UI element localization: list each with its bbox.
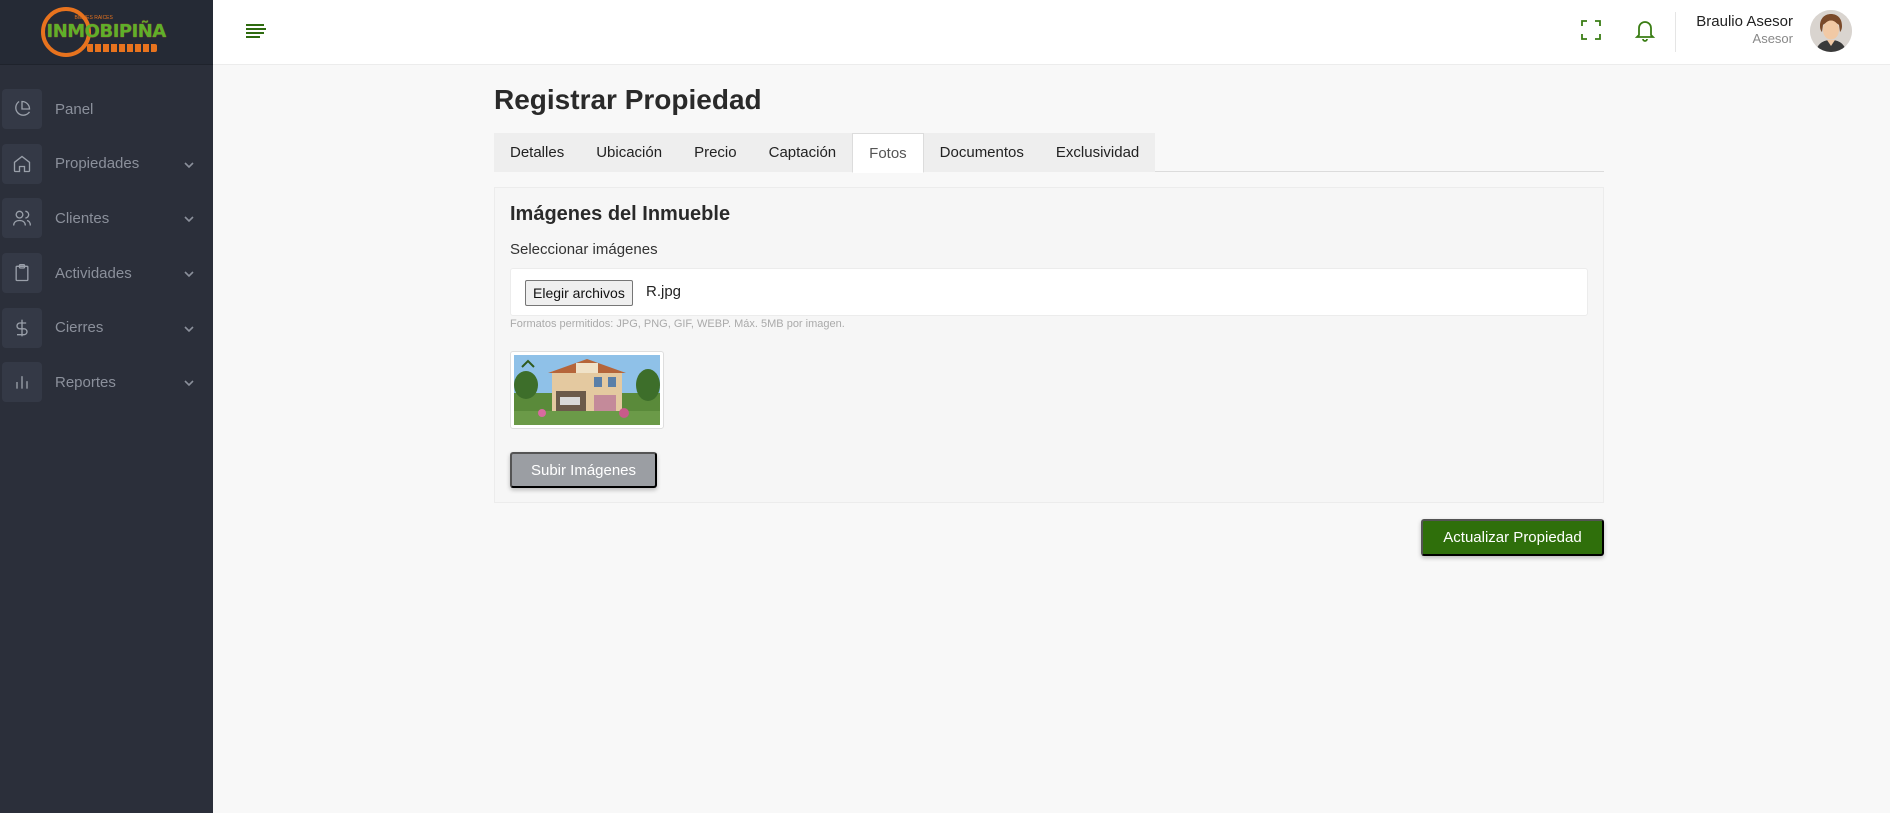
sidebar-item-actividades[interactable]: Actividades (0, 246, 213, 301)
choose-files-button[interactable]: Elegir archivos (525, 280, 633, 306)
file-input[interactable]: Elegir archivos R.jpg (510, 268, 1588, 316)
logo-area: BIENES RAICES INMOBIPIÑA (0, 0, 213, 65)
logo-text: INMOBIPIÑA (46, 21, 167, 42)
user-name[interactable]: Braulio Asesor (1696, 13, 1793, 30)
sidebar-item-label: Actividades (55, 264, 132, 282)
menu-toggle-icon[interactable] (243, 19, 269, 41)
sidebar-item-label: Propiedades (55, 155, 140, 173)
bell-icon[interactable] (1632, 17, 1658, 43)
section-title: Imágenes del Inmueble (510, 203, 731, 225)
sidebar-item-clientes[interactable]: Clientes (0, 191, 213, 246)
home-icon (2, 143, 42, 184)
top-header: Braulio Asesor Asesor (213, 0, 1890, 65)
chevron-down-icon (183, 267, 195, 279)
selected-file-name: R.jpg (646, 283, 682, 300)
sidebar-item-label: Clientes (55, 209, 110, 227)
sidebar-item-label: Panel (55, 100, 94, 118)
sidebar-item-reportes[interactable]: Reportes (0, 355, 213, 410)
chevron-down-icon (183, 376, 195, 388)
tab-documentos[interactable]: Documentos (923, 133, 1040, 172)
sidebar-item-label: Cierres (55, 319, 104, 337)
sidebar-item-label: Reportes (55, 373, 116, 391)
users-icon (2, 198, 42, 239)
fullscreen-icon[interactable] (1578, 17, 1604, 43)
tab-ubicacion[interactable]: Ubicación (580, 133, 679, 172)
tab-detalles[interactable]: Detalles (494, 133, 581, 172)
sidebar-nav: Panel Propiedades Clientes Actividades C… (0, 82, 213, 410)
clipboard-icon (2, 253, 42, 294)
update-property-button[interactable]: Actualizar Propiedad (1421, 519, 1604, 556)
photos-card: Imágenes del Inmueble Seleccionar imágen… (494, 187, 1604, 503)
chevron-down-icon (183, 158, 195, 170)
sidebar-item-propiedades[interactable]: Propiedades (0, 137, 213, 192)
sidebar: BIENES RAICES INMOBIPIÑA Panel Propiedad… (0, 0, 213, 813)
chevron-down-icon (183, 212, 195, 224)
bar-chart-icon (2, 362, 42, 403)
pie-chart-icon (2, 89, 42, 130)
select-images-label: Seleccionar imágenes (510, 241, 658, 258)
header-divider (1675, 12, 1676, 52)
upload-images-button[interactable]: Subir Imágenes (510, 452, 657, 488)
chevron-down-icon (183, 322, 195, 334)
formats-help-text: Formatos permitidos: JPG, PNG, GIF, WEBP… (510, 318, 845, 330)
tab-exclusividad[interactable]: Exclusividad (1039, 133, 1156, 172)
user-role: Asesor (1752, 31, 1793, 46)
tab-captacion[interactable]: Captación (752, 133, 853, 172)
brand-logo[interactable]: BIENES RAICES INMOBIPIÑA (37, 4, 177, 60)
avatar[interactable] (1810, 10, 1852, 52)
image-thumbnail[interactable] (510, 351, 664, 429)
tab-precio[interactable]: Precio (678, 133, 753, 172)
sidebar-item-cierres[interactable]: Cierres (0, 300, 213, 355)
page-title: Registrar Propiedad (494, 84, 762, 115)
sidebar-item-panel[interactable]: Panel (0, 82, 213, 137)
tab-fotos[interactable]: Fotos (852, 133, 924, 173)
dollar-icon (2, 307, 42, 348)
property-tabs: Detalles Ubicación Precio Captación Foto… (494, 133, 1604, 173)
